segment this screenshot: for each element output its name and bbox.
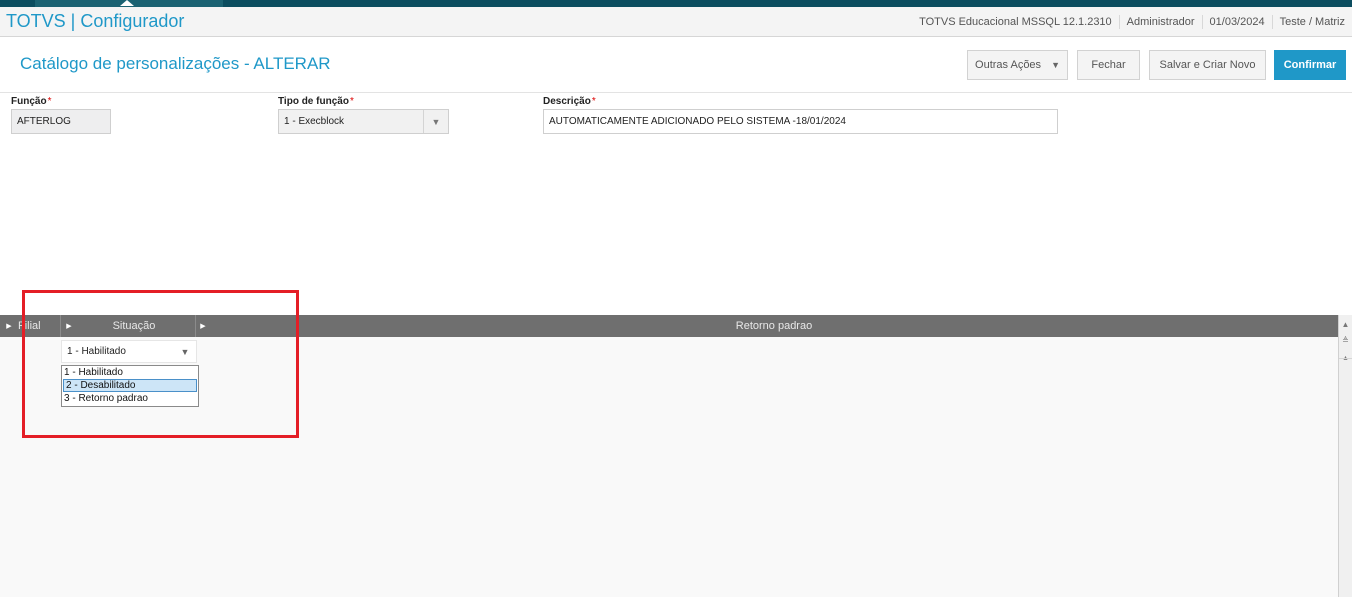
page-title: Catálogo de personalizações - ALTERAR <box>20 54 331 73</box>
confirmar-button[interactable]: Confirmar <box>1274 50 1346 80</box>
grid-scrollbar[interactable]: ▲ ≜ ▴ <box>1338 315 1352 597</box>
descricao-field[interactable]: AUTOMATICAMENTE ADICIONADO PELO SISTEMA … <box>543 109 1058 134</box>
fechar-button[interactable]: Fechar <box>1077 50 1140 80</box>
salvar-criar-novo-button[interactable]: Salvar e Criar Novo <box>1149 50 1266 80</box>
page-header: Catálogo de personalizações - ALTERAR Ou… <box>0 37 1352 93</box>
scroll-up-icon[interactable]: ▴ <box>1339 351 1352 363</box>
column-header-retorno[interactable]: Retorno padrao <box>210 315 1338 337</box>
outras-acoes-label: Outras Ações <box>975 59 1042 71</box>
scroll-top-icon[interactable]: ▲ <box>1339 318 1352 330</box>
status-date: 01/03/2024 <box>1201 14 1272 29</box>
funcao-label: Função* <box>11 96 52 107</box>
outras-acoes-button[interactable]: Outras Ações ▼ <box>967 50 1068 80</box>
tipo-funcao-label: Tipo de função* <box>278 96 354 107</box>
tipo-funcao-value: 1 - Execblock <box>284 116 345 127</box>
app-title: TOTVS | Configurador <box>6 11 185 31</box>
funcao-field[interactable]: AFTERLOG <box>11 109 111 134</box>
app-titlebar: TOTVS | Configurador TOTVS Educacional M… <box>0 7 1352 37</box>
row-marker-icon: ▶ <box>6 323 12 330</box>
scroll-divider <box>1339 358 1352 359</box>
scroll-page-up-icon[interactable]: ≜ <box>1339 334 1352 346</box>
top-strip <box>0 0 1352 7</box>
status-environment: TOTVS Educacional MSSQL 12.1.2310 <box>919 15 1112 28</box>
caret-up-icon <box>120 0 134 6</box>
status-branch: Teste / Matriz <box>1271 14 1352 29</box>
highlight-annotation-box <box>22 290 299 438</box>
status-user: Administrador <box>1118 14 1202 29</box>
chevron-down-icon: ▼ <box>1051 60 1060 70</box>
status-bar: TOTVS Educacional MSSQL 12.1.2310 Admini… <box>912 7 1352 36</box>
descricao-label: Descrição* <box>543 96 596 107</box>
tipo-funcao-select[interactable]: 1 - Execblock ▼ <box>278 109 449 134</box>
chevron-down-icon[interactable]: ▼ <box>423 110 448 133</box>
